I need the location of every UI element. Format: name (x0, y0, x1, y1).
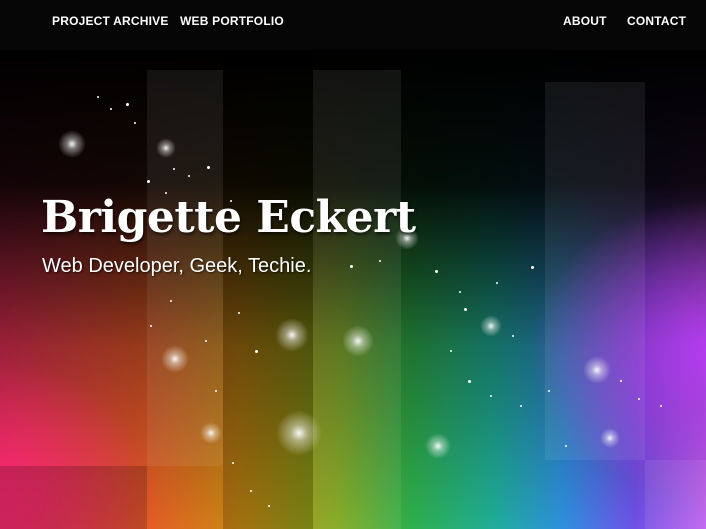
top-navigation-bar: PROJECT ARCHIVE WEB PORTFOLIO ABOUT CONT… (0, 0, 706, 50)
sparkle (200, 422, 222, 444)
sparkle (276, 410, 322, 456)
star (215, 390, 217, 392)
star (173, 168, 175, 170)
star (207, 166, 210, 169)
star (548, 390, 550, 392)
star (97, 96, 99, 98)
star (110, 108, 112, 110)
nav-link-contact[interactable]: CONTACT (627, 14, 686, 28)
page: PROJECT ARCHIVE WEB PORTFOLIO ABOUT CONT… (0, 0, 706, 529)
star (238, 312, 240, 314)
background-panel (313, 70, 401, 529)
star (150, 325, 152, 327)
sparkle (58, 130, 86, 158)
star (268, 505, 270, 507)
star (170, 300, 172, 302)
nav-link-web-portfolio[interactable]: WEB PORTFOLIO (180, 14, 284, 28)
star (496, 282, 498, 284)
star (520, 405, 522, 407)
star (620, 380, 622, 382)
star (134, 122, 136, 124)
star (350, 265, 353, 268)
nav-link-about[interactable]: ABOUT (563, 14, 607, 28)
star (464, 308, 467, 311)
star (147, 180, 150, 183)
sparkle (425, 433, 451, 459)
star (126, 103, 129, 106)
sparkle (480, 315, 502, 337)
background-panel (545, 82, 645, 460)
star (459, 291, 461, 293)
sparkle (275, 318, 309, 352)
star (450, 350, 452, 352)
sparkle (156, 138, 176, 158)
star (379, 260, 381, 262)
background-panel (645, 460, 706, 529)
background-panel (0, 466, 147, 529)
background-panel (223, 50, 313, 529)
star (188, 175, 190, 177)
sparkle (600, 428, 620, 448)
sparkle (583, 356, 611, 384)
star (638, 398, 640, 400)
sparkle (161, 345, 189, 373)
star (205, 340, 207, 342)
star (435, 270, 438, 273)
sparkle (342, 325, 374, 357)
star (232, 462, 234, 464)
hero-banner (0, 50, 706, 529)
star (468, 380, 471, 383)
star (255, 350, 258, 353)
star (531, 266, 534, 269)
hero-title: Brigette Eckert (41, 192, 416, 243)
star (565, 445, 567, 447)
star (660, 405, 662, 407)
star (490, 395, 492, 397)
star (250, 490, 252, 492)
star (512, 335, 514, 337)
hero-subtitle: Web Developer, Geek, Techie. (42, 255, 312, 277)
nav-link-project-archive[interactable]: PROJECT ARCHIVE (52, 14, 169, 28)
